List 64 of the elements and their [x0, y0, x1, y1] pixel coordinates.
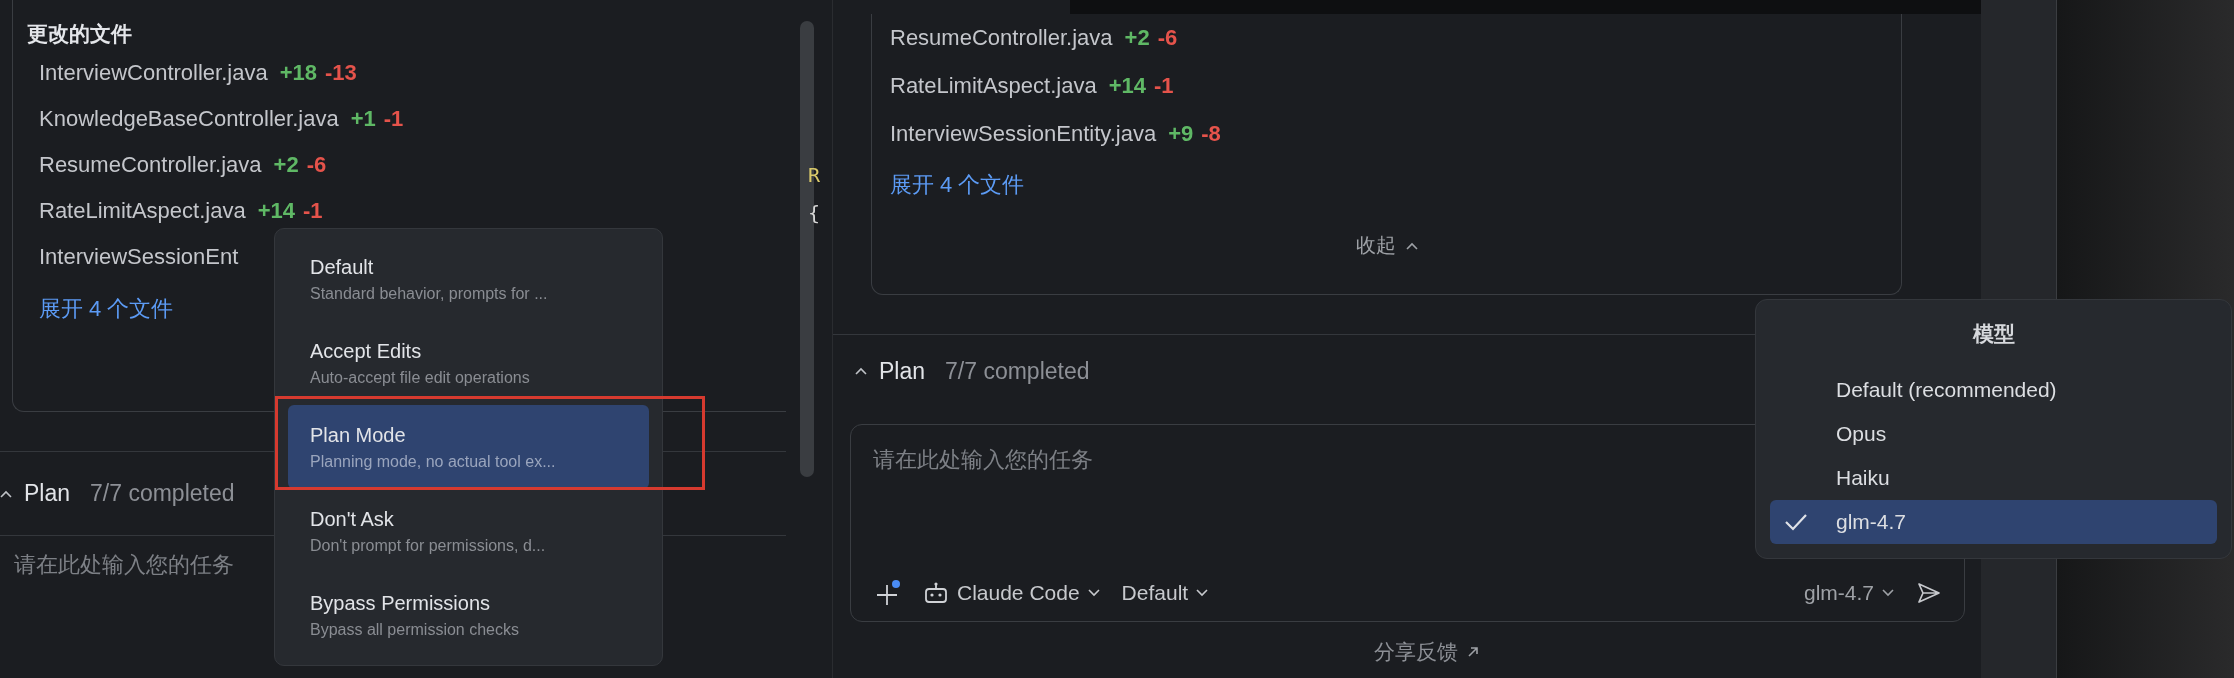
code-text: R	[808, 162, 821, 189]
removed-count: -6	[1157, 25, 1178, 51]
chevron-down-icon	[1882, 589, 1894, 597]
file-name[interactable]: ResumeController.java	[890, 25, 1113, 51]
code-text: {	[808, 200, 821, 227]
agent-dropdown[interactable]: Claude Code	[923, 581, 1100, 605]
file-name[interactable]: RateLimitAspect.java	[39, 198, 246, 224]
caret-up-icon[interactable]	[0, 489, 12, 498]
mode-menu-item[interactable]: Don't Ask Don't prompt for permissions, d...	[288, 489, 649, 573]
added-count: +1	[350, 106, 376, 132]
mode-description: Bypass all permission checks	[310, 620, 520, 639]
expand-files-link[interactable]: 展开 4 个文件	[890, 162, 1025, 208]
removed-count: -6	[306, 152, 327, 178]
caret-up-icon	[1405, 241, 1418, 250]
caret-up-icon[interactable]	[855, 367, 867, 375]
added-count: +14	[257, 198, 295, 224]
mode-description: Standard behavior, prompts for ...	[310, 284, 549, 303]
feedback-link[interactable]: 分享反馈	[1374, 638, 1480, 666]
send-icon[interactable]	[1916, 581, 1942, 605]
file-name[interactable]: InterviewSessionEntity.java	[890, 121, 1157, 147]
mode-menu-item[interactable]: Plan Mode Planning mode, no actual tool ex...	[288, 405, 649, 489]
file-name[interactable]: InterviewSessionEnt	[39, 244, 239, 270]
added-count: +2	[273, 152, 299, 178]
added-count: +9	[1168, 121, 1194, 147]
mode-menu-item[interactable]: Default Standard behavior, prompts for ...	[288, 237, 649, 321]
chevron-down-icon	[1196, 589, 1209, 597]
files-title: 更改的文件	[26, 21, 133, 47]
removed-count: -1	[383, 106, 404, 132]
chevron-down-icon	[1087, 589, 1100, 597]
collapse-button[interactable]: 收起	[1355, 232, 1418, 259]
check-icon	[1784, 513, 1808, 531]
removed-count: -1	[303, 198, 323, 224]
file-name[interactable]: ResumeController.java	[39, 152, 262, 178]
mode-description: Don't prompt for permissions, d...	[310, 536, 547, 555]
mode-description: Auto-accept file edit operations	[310, 368, 531, 387]
mode-title: Don't Ask	[310, 507, 395, 531]
external-arrow-icon	[1466, 645, 1480, 659]
file-name[interactable]: RateLimitAspect.java	[890, 73, 1097, 99]
mode-menu-item[interactable]: Bypass Permissions Bypass all permission checks	[288, 573, 649, 657]
plan-status: 7/7 completed	[945, 357, 1090, 385]
mode-title: Default	[310, 255, 375, 279]
expand-files-link[interactable]: 展开 4 个文件	[39, 286, 174, 332]
file-name[interactable]: InterviewController.java	[39, 60, 268, 86]
added-count: +18	[279, 60, 317, 86]
mode-menu-item[interactable]: Accept Edits Auto-accept file edit operations	[288, 321, 649, 405]
removed-count: -13	[325, 60, 357, 86]
plan-label: Plan	[24, 480, 71, 507]
added-count: +2	[1124, 25, 1150, 51]
added-count: +14	[1108, 73, 1146, 99]
model-dropdown[interactable]: glm-4.7	[1803, 581, 1894, 605]
mode-dropdown[interactable]: Default	[1121, 581, 1209, 605]
model-menu-item[interactable]: Default (recommended)	[1770, 368, 2217, 412]
removed-count: -8	[1201, 121, 1221, 147]
removed-count: -1	[1154, 73, 1174, 99]
mode-title: Accept Edits	[310, 339, 423, 363]
mode-description: Planning mode, no actual tool ex...	[310, 452, 557, 471]
mode-title: Bypass Permissions	[310, 591, 492, 615]
model-menu-title: 模型	[1971, 321, 2016, 347]
model-menu-item[interactable]: glm-4.7	[1770, 500, 2217, 544]
file-name[interactable]: KnowledgeBaseController.java	[39, 106, 339, 132]
mode-title: Plan Mode	[310, 423, 407, 447]
plan-status: 7/7 completed	[90, 480, 235, 507]
plan-label: Plan	[879, 357, 926, 385]
robot-icon	[923, 581, 949, 605]
